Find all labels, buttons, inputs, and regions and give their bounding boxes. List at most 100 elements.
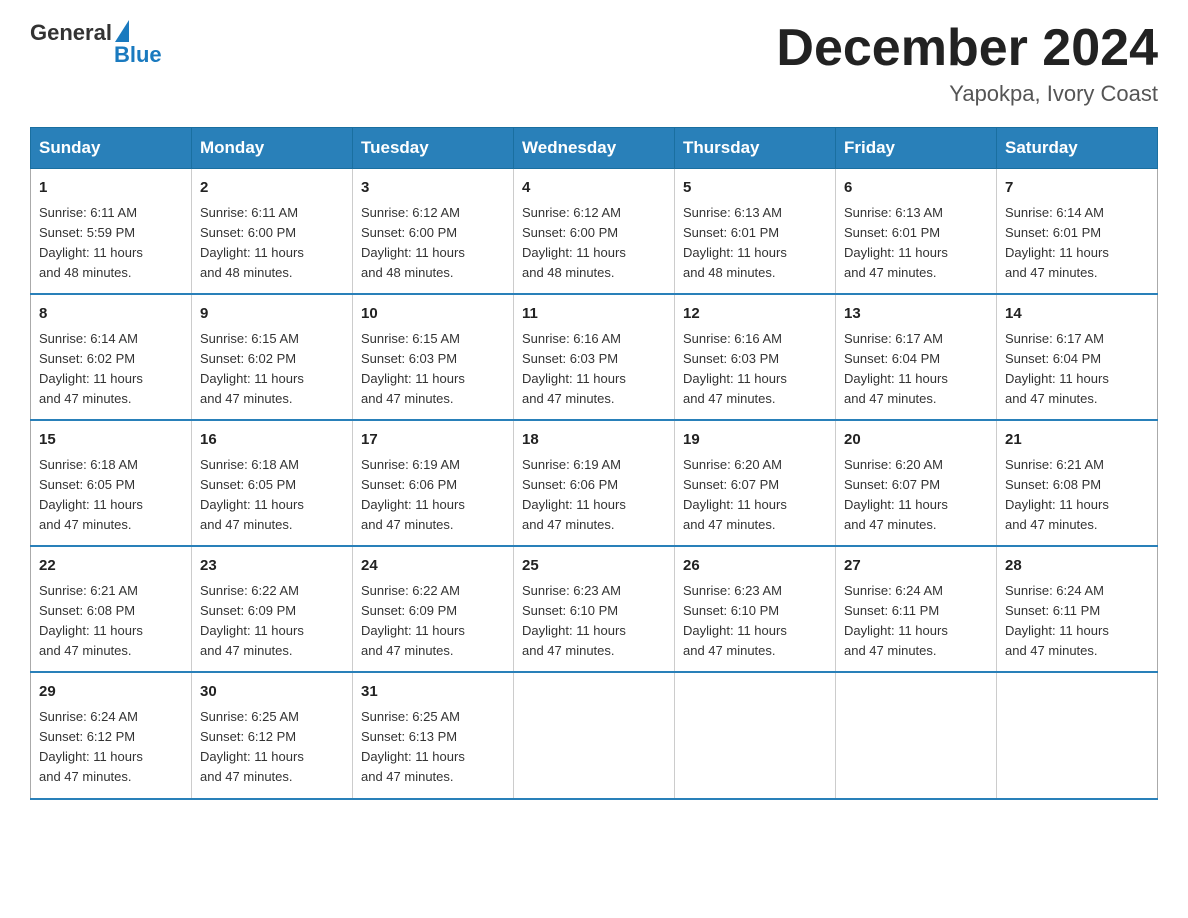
table-row: 11 Sunrise: 6:16 AMSunset: 6:03 PMDayligh… <box>514 294 675 420</box>
day-info: Sunrise: 6:12 AMSunset: 6:00 PMDaylight:… <box>522 203 666 284</box>
day-info: Sunrise: 6:23 AMSunset: 6:10 PMDaylight:… <box>522 581 666 662</box>
table-row: 3 Sunrise: 6:12 AMSunset: 6:00 PMDaylight… <box>353 169 514 295</box>
day-number: 1 <box>39 177 183 200</box>
col-wednesday: Wednesday <box>514 128 675 169</box>
col-saturday: Saturday <box>997 128 1158 169</box>
day-info: Sunrise: 6:22 AMSunset: 6:09 PMDaylight:… <box>361 581 505 662</box>
calendar-header-row: Sunday Monday Tuesday Wednesday Thursday… <box>31 128 1158 169</box>
month-title: December 2024 <box>776 20 1158 77</box>
day-number: 30 <box>200 681 344 704</box>
table-row: 23 Sunrise: 6:22 AMSunset: 6:09 PMDayligh… <box>192 546 353 672</box>
calendar-week-row: 8Sunrise: 6:14 AMSunset: 6:02 PMDaylight… <box>31 294 1158 420</box>
day-number: 2 <box>200 177 344 200</box>
table-row: 29 Sunrise: 6:24 AMSunset: 6:12 PMDayligh… <box>31 672 192 798</box>
day-number: 11 <box>522 303 666 326</box>
col-tuesday: Tuesday <box>353 128 514 169</box>
table-row: 27Sunrise: 6:24 AMSunset: 6:11 PMDayligh… <box>836 546 997 672</box>
logo-blue-text: Blue <box>114 42 162 68</box>
table-row: 22Sunrise: 6:21 AMSunset: 6:08 PMDayligh… <box>31 546 192 672</box>
day-number: 6 <box>844 177 988 200</box>
day-info: Sunrise: 6:22 AMSunset: 6:09 PMDaylight:… <box>200 581 344 662</box>
day-number: 31 <box>361 681 505 704</box>
day-number: 3 <box>361 177 505 200</box>
table-row: 20 Sunrise: 6:20 AMSunset: 6:07 PMDayligh… <box>836 420 997 546</box>
table-row: 25Sunrise: 6:23 AMSunset: 6:10 PMDayligh… <box>514 546 675 672</box>
table-row: 21 Sunrise: 6:21 AMSunset: 6:08 PMDayligh… <box>997 420 1158 546</box>
day-number: 12 <box>683 303 827 326</box>
calendar-week-row: 29 Sunrise: 6:24 AMSunset: 6:12 PMDayligh… <box>31 672 1158 798</box>
calendar-week-row: 1 Sunrise: 6:11 AMSunset: 5:59 PMDaylight… <box>31 169 1158 295</box>
col-friday: Friday <box>836 128 997 169</box>
table-row: 2 Sunrise: 6:11 AMSunset: 6:00 PMDaylight… <box>192 169 353 295</box>
day-number: 7 <box>1005 177 1149 200</box>
day-info: Sunrise: 6:14 AMSunset: 6:01 PMDaylight:… <box>1005 203 1149 284</box>
day-info: Sunrise: 6:12 AMSunset: 6:00 PMDaylight:… <box>361 203 505 284</box>
table-row: 28 Sunrise: 6:24 AMSunset: 6:11 PMDayligh… <box>997 546 1158 672</box>
day-number: 23 <box>200 555 344 578</box>
day-info: Sunrise: 6:25 AMSunset: 6:13 PMDaylight:… <box>361 707 505 788</box>
day-info: Sunrise: 6:21 AMSunset: 6:08 PMDaylight:… <box>1005 455 1149 536</box>
day-info: Sunrise: 6:24 AMSunset: 6:11 PMDaylight:… <box>1005 581 1149 662</box>
table-row <box>675 672 836 798</box>
table-row: 19 Sunrise: 6:20 AMSunset: 6:07 PMDayligh… <box>675 420 836 546</box>
page-header: General General Blue December 2024 Yapok… <box>30 20 1158 107</box>
day-number: 21 <box>1005 429 1149 452</box>
table-row: 9Sunrise: 6:15 AMSunset: 6:02 PMDaylight… <box>192 294 353 420</box>
day-number: 16 <box>200 429 344 452</box>
day-number: 26 <box>683 555 827 578</box>
day-number: 5 <box>683 177 827 200</box>
col-monday: Monday <box>192 128 353 169</box>
day-number: 15 <box>39 429 183 452</box>
day-number: 10 <box>361 303 505 326</box>
day-number: 19 <box>683 429 827 452</box>
day-number: 8 <box>39 303 183 326</box>
table-row: 16Sunrise: 6:18 AMSunset: 6:05 PMDayligh… <box>192 420 353 546</box>
day-number: 28 <box>1005 555 1149 578</box>
table-row <box>997 672 1158 798</box>
day-info: Sunrise: 6:19 AMSunset: 6:06 PMDaylight:… <box>361 455 505 536</box>
day-info: Sunrise: 6:15 AMSunset: 6:03 PMDaylight:… <box>361 329 505 410</box>
table-row: 4 Sunrise: 6:12 AMSunset: 6:00 PMDaylight… <box>514 169 675 295</box>
table-row: 5Sunrise: 6:13 AMSunset: 6:01 PMDaylight… <box>675 169 836 295</box>
day-info: Sunrise: 6:13 AMSunset: 6:01 PMDaylight:… <box>844 203 988 284</box>
day-number: 22 <box>39 555 183 578</box>
day-info: Sunrise: 6:19 AMSunset: 6:06 PMDaylight:… <box>522 455 666 536</box>
day-info: Sunrise: 6:16 AMSunset: 6:03 PMDaylight:… <box>683 329 827 410</box>
table-row: 12 Sunrise: 6:16 AMSunset: 6:03 PMDayligh… <box>675 294 836 420</box>
title-section: December 2024 Yapokpa, Ivory Coast <box>776 20 1158 107</box>
logo-triangle-icon <box>115 20 129 42</box>
table-row: 14Sunrise: 6:17 AMSunset: 6:04 PMDayligh… <box>997 294 1158 420</box>
day-number: 17 <box>361 429 505 452</box>
day-info: Sunrise: 6:23 AMSunset: 6:10 PMDaylight:… <box>683 581 827 662</box>
table-row: 1 Sunrise: 6:11 AMSunset: 5:59 PMDaylight… <box>31 169 192 295</box>
day-info: Sunrise: 6:11 AMSunset: 5:59 PMDaylight:… <box>39 203 183 284</box>
table-row: 15 Sunrise: 6:18 AMSunset: 6:05 PMDayligh… <box>31 420 192 546</box>
calendar-week-row: 22Sunrise: 6:21 AMSunset: 6:08 PMDayligh… <box>31 546 1158 672</box>
logo: General General Blue <box>30 20 162 70</box>
table-row: 18 Sunrise: 6:19 AMSunset: 6:06 PMDayligh… <box>514 420 675 546</box>
table-row <box>836 672 997 798</box>
day-info: Sunrise: 6:11 AMSunset: 6:00 PMDaylight:… <box>200 203 344 284</box>
day-number: 9 <box>200 303 344 326</box>
day-number: 4 <box>522 177 666 200</box>
day-info: Sunrise: 6:20 AMSunset: 6:07 PMDaylight:… <box>844 455 988 536</box>
day-number: 18 <box>522 429 666 452</box>
col-sunday: Sunday <box>31 128 192 169</box>
day-info: Sunrise: 6:16 AMSunset: 6:03 PMDaylight:… <box>522 329 666 410</box>
day-info: Sunrise: 6:18 AMSunset: 6:05 PMDaylight:… <box>39 455 183 536</box>
table-row: 24Sunrise: 6:22 AMSunset: 6:09 PMDayligh… <box>353 546 514 672</box>
day-number: 20 <box>844 429 988 452</box>
table-row: 17 Sunrise: 6:19 AMSunset: 6:06 PMDayligh… <box>353 420 514 546</box>
table-row: 31 Sunrise: 6:25 AMSunset: 6:13 PMDayligh… <box>353 672 514 798</box>
day-info: Sunrise: 6:17 AMSunset: 6:04 PMDaylight:… <box>844 329 988 410</box>
logo-general-text: General <box>30 20 112 46</box>
day-info: Sunrise: 6:20 AMSunset: 6:07 PMDaylight:… <box>683 455 827 536</box>
table-row: 7 Sunrise: 6:14 AMSunset: 6:01 PMDaylight… <box>997 169 1158 295</box>
day-info: Sunrise: 6:25 AMSunset: 6:12 PMDaylight:… <box>200 707 344 788</box>
day-number: 29 <box>39 681 183 704</box>
day-number: 13 <box>844 303 988 326</box>
table-row <box>514 672 675 798</box>
location-subtitle: Yapokpa, Ivory Coast <box>776 81 1158 107</box>
table-row: 13 Sunrise: 6:17 AMSunset: 6:04 PMDayligh… <box>836 294 997 420</box>
day-info: Sunrise: 6:24 AMSunset: 6:12 PMDaylight:… <box>39 707 183 788</box>
